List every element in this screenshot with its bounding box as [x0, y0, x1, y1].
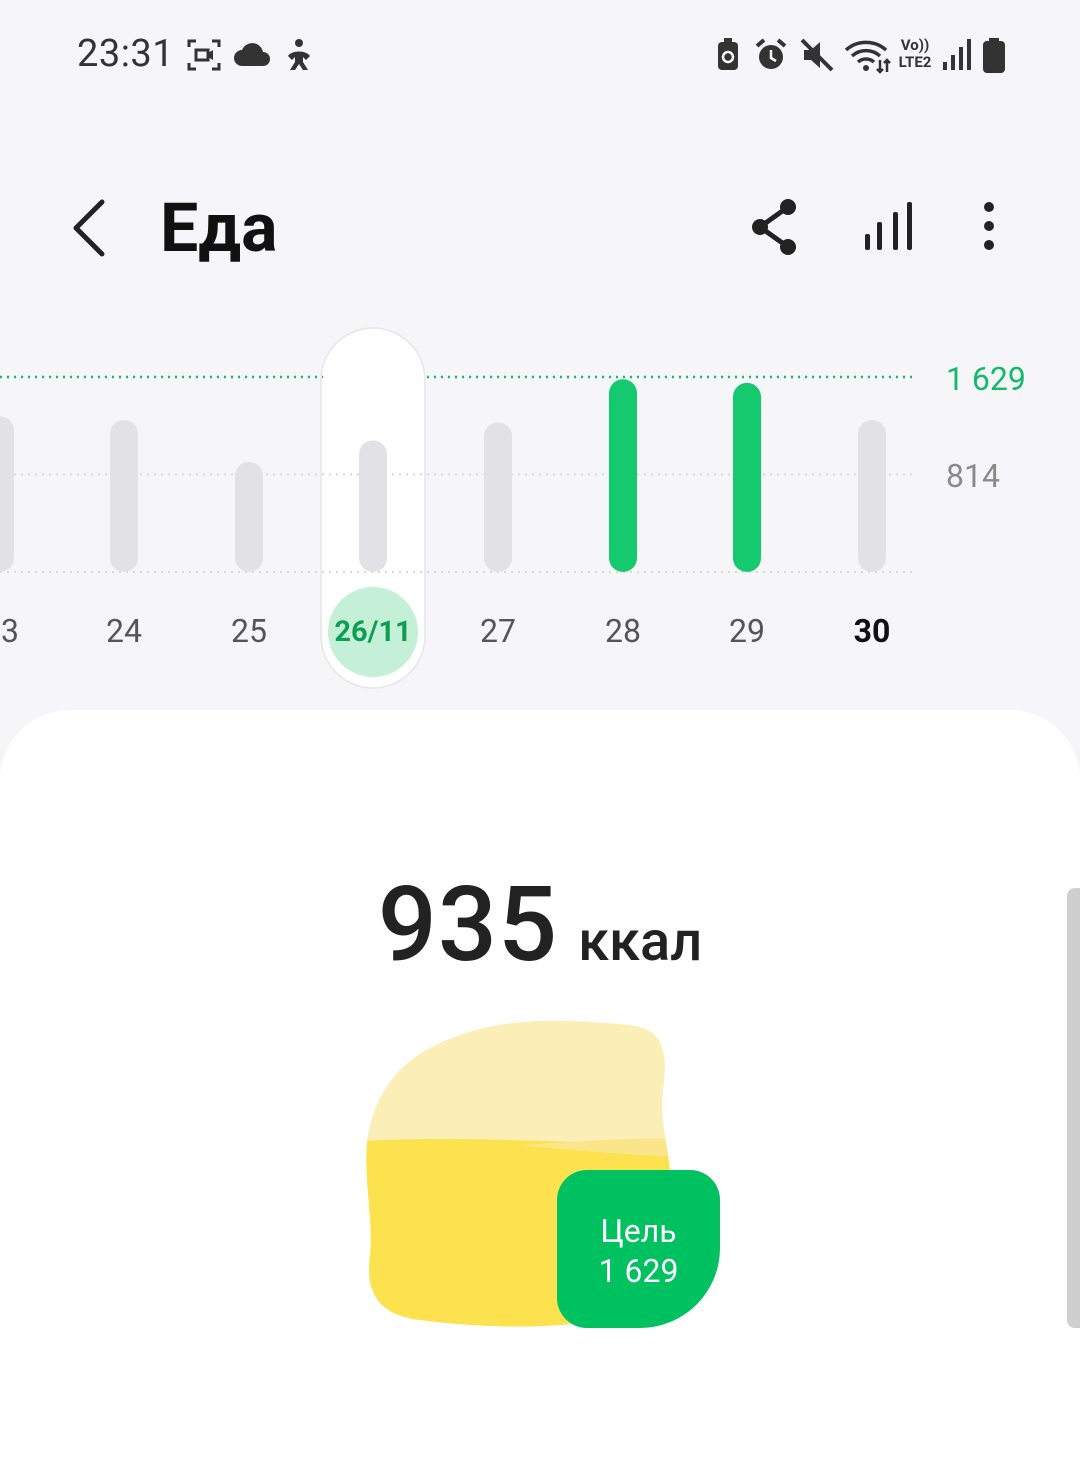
day-label-28[interactable]: 28	[605, 612, 641, 650]
day-label-23[interactable]: 3	[1, 612, 19, 650]
page-title: Еда	[160, 188, 278, 268]
bar-28[interactable]	[609, 379, 637, 572]
alarm-icon	[755, 38, 787, 69]
day-label-25[interactable]: 25	[231, 612, 267, 650]
battery-saver-icon	[718, 38, 738, 70]
share-icon	[752, 199, 796, 255]
day-label-24[interactable]: 24	[106, 612, 142, 650]
calorie-value: 935	[377, 865, 559, 986]
volte-icon: Vo)) LTE2	[898, 36, 932, 71]
bar-27[interactable]	[484, 422, 512, 572]
day-label-27[interactable]: 27	[480, 612, 516, 650]
bar-23[interactable]	[0, 416, 14, 572]
bar-25[interactable]	[235, 461, 263, 572]
stats-button[interactable]	[853, 190, 923, 265]
mute-icon	[800, 38, 834, 72]
more-vert-icon	[984, 202, 994, 250]
back-button[interactable]	[62, 190, 122, 270]
chart-canvas	[0, 327, 912, 689]
day-label-26-11[interactable]: 26/11	[334, 615, 411, 649]
calorie-chart[interactable]: 1 629 814 3 24 25 26/11 27 28 29 30	[0, 300, 1080, 710]
share-button[interactable]	[740, 190, 810, 265]
goal-value: 1 629	[598, 1252, 679, 1290]
more-options-button[interactable]	[954, 190, 1024, 265]
bar-30[interactable]	[858, 419, 886, 572]
day-label-30[interactable]: 30	[854, 612, 891, 650]
bar-29[interactable]	[733, 382, 761, 572]
calorie-total: 935 ккал	[0, 865, 1080, 986]
bar-chart-icon	[865, 202, 912, 250]
screen-record-icon	[187, 39, 221, 71]
chevron-left-icon	[73, 199, 105, 257]
battery-icon	[983, 38, 1005, 73]
goal-tick-label: 1 629	[946, 360, 1026, 398]
calorie-unit: ккал	[578, 908, 703, 974]
scrollbar[interactable]	[1067, 888, 1080, 1328]
signal-icon	[943, 39, 971, 70]
status-time: 23:31	[77, 32, 175, 76]
bar-26-11[interactable]	[359, 440, 387, 572]
mid-tick-label: 814	[946, 457, 1000, 495]
status-bar: 23:31 Vo)) LTE2	[0, 0, 1080, 110]
cloud-icon	[234, 43, 270, 66]
wifi-icon	[844, 40, 891, 74]
goal-line-gap	[323, 373, 423, 381]
accessibility-icon	[288, 39, 310, 70]
day-label-29[interactable]: 29	[729, 612, 765, 650]
goal-badge[interactable]: Цель 1 629	[557, 1170, 720, 1328]
bar-24[interactable]	[110, 419, 138, 572]
goal-label: Цель	[600, 1212, 677, 1250]
